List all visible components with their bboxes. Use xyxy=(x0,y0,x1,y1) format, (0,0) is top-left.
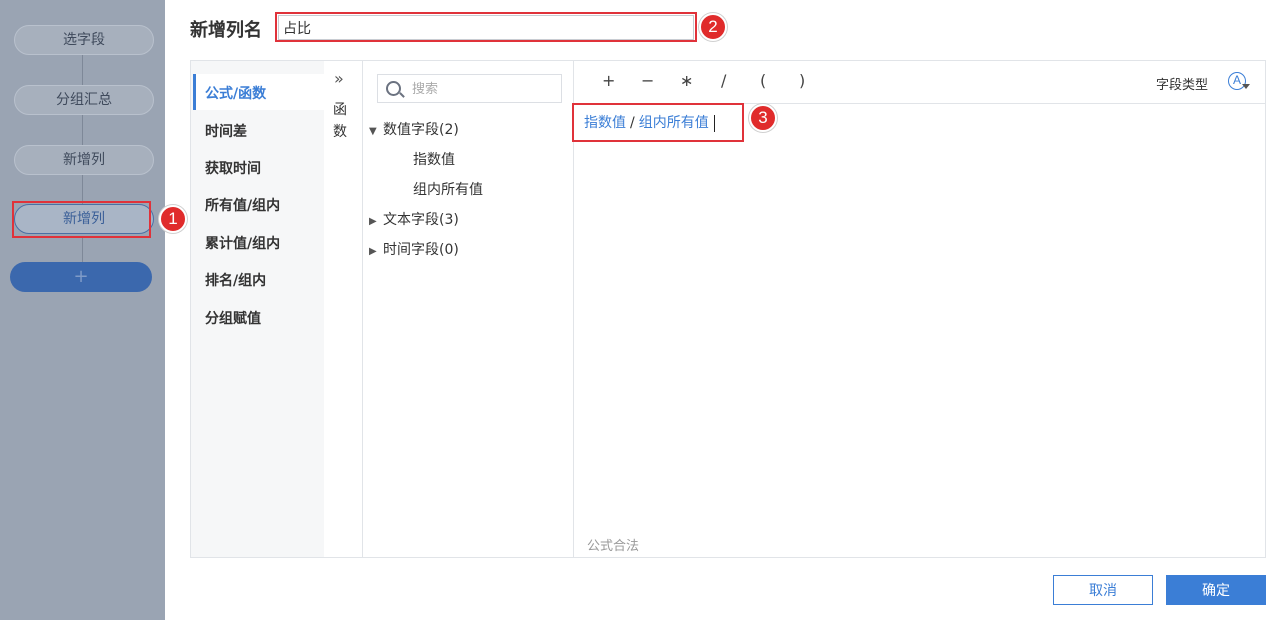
formula-status: 公式合法 xyxy=(587,539,640,554)
double-chevron-right-icon[interactable]: » xyxy=(334,69,344,88)
category-active-indicator xyxy=(193,74,196,110)
category-group-assign[interactable]: 分组赋值 xyxy=(205,308,261,328)
category-menu: 公式/函数 时间差 获取时间 所有值/组内 累计值/组内 排名/组内 分组赋值 xyxy=(191,61,324,557)
category-formula-function[interactable]: 公式/函数 xyxy=(205,83,266,103)
tree-group-text[interactable]: ▶ 文本字段(3) xyxy=(369,209,459,229)
search-box[interactable] xyxy=(377,74,562,103)
add-step-button[interactable]: + xyxy=(10,262,152,292)
tree-group-label: 数值字段(2) xyxy=(383,122,459,138)
annotation-box-1 xyxy=(12,201,151,238)
category-time-diff[interactable]: 时间差 xyxy=(205,121,247,141)
caret-right-icon: ▶ xyxy=(369,246,377,257)
function-tab-char: 函 xyxy=(333,102,347,118)
search-input[interactable] xyxy=(412,78,552,100)
category-cumulative[interactable]: 累计值/组内 xyxy=(205,233,280,253)
field-item[interactable]: 指数值 xyxy=(413,149,455,169)
caret-right-icon: ▶ xyxy=(369,216,377,227)
confirm-button[interactable]: 确定 xyxy=(1166,575,1266,605)
step-connector xyxy=(82,236,83,262)
operator-toolbar: + − ∗ / ( ) 字段类型 A xyxy=(574,61,1265,104)
step-connector xyxy=(82,54,83,86)
category-all-values[interactable]: 所有值/组内 xyxy=(205,195,280,215)
annotation-badge-2: 2 xyxy=(699,13,727,41)
column-name-label: 新增列名 xyxy=(190,20,262,41)
op-minus-button[interactable]: − xyxy=(641,71,654,90)
annotation-badge-1: 1 xyxy=(159,205,187,233)
tree-group-time[interactable]: ▶ 时间字段(0) xyxy=(369,239,459,259)
op-left-paren-button[interactable]: ( xyxy=(760,71,766,90)
function-tab-char: 数 xyxy=(333,124,347,140)
step-select-fields[interactable]: 选字段 xyxy=(14,25,154,55)
annotation-box-2 xyxy=(275,12,697,42)
step-connector xyxy=(82,114,83,146)
function-tab[interactable]: » 函 数 xyxy=(324,61,363,557)
op-right-paren-button[interactable]: ) xyxy=(799,71,805,90)
tree-group-label: 时间字段(0) xyxy=(383,242,459,258)
op-divide-button[interactable]: / xyxy=(721,71,726,90)
search-icon xyxy=(386,81,401,96)
category-get-time[interactable]: 获取时间 xyxy=(205,158,261,178)
field-type-label: 字段类型 xyxy=(1156,78,1209,93)
caret-down-icon[interactable] xyxy=(1242,84,1250,89)
annotation-badge-3: 3 xyxy=(749,104,777,132)
op-plus-button[interactable]: + xyxy=(602,71,615,90)
step-connector xyxy=(82,174,83,204)
op-multiply-button[interactable]: ∗ xyxy=(680,71,693,90)
field-item[interactable]: 组内所有值 xyxy=(413,179,483,199)
category-rank[interactable]: 排名/组内 xyxy=(205,270,266,290)
step-group-summary[interactable]: 分组汇总 xyxy=(14,85,154,115)
steps-panel: 选字段 分组汇总 新增列 新增列 + xyxy=(0,0,165,620)
cancel-button[interactable]: 取消 xyxy=(1053,575,1153,605)
caret-down-icon: ▼ xyxy=(369,126,377,137)
tree-group-label: 文本字段(3) xyxy=(383,212,459,228)
tree-group-numeric[interactable]: ▼ 数值字段(2) xyxy=(369,119,459,139)
step-new-column[interactable]: 新增列 xyxy=(14,145,154,175)
field-panel: ▼ 数值字段(2) 指数值 组内所有值 ▶ 文本字段(3) ▶ 时间字段(0) xyxy=(363,61,574,557)
annotation-box-3 xyxy=(572,103,744,142)
